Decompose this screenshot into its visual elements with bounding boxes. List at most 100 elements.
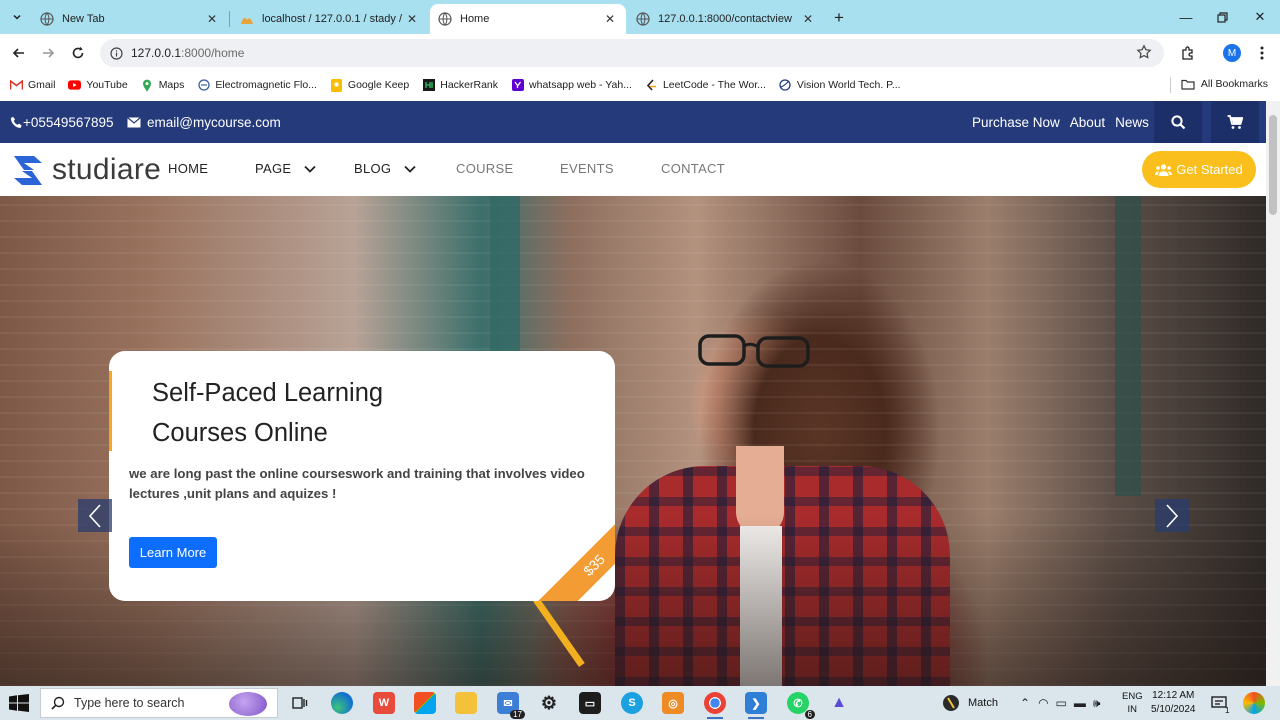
microsoft-store-icon[interactable] (414, 692, 436, 714)
maximize-button[interactable] (1208, 6, 1236, 28)
page-scrollbar[interactable] (1266, 101, 1280, 686)
hero-carousel: Self-Paced Learning Courses Online we ar… (0, 196, 1266, 686)
copilot-icon[interactable] (1243, 692, 1265, 714)
bookmark-vision-world[interactable]: Vision World Tech. P... (779, 79, 901, 92)
get-started-button[interactable]: Get Started (1142, 151, 1256, 188)
bookmark-label: LeetCode - The Wor... (662, 79, 766, 91)
all-bookmarks-button[interactable]: All Bookmarks (1181, 78, 1268, 90)
tab-phpmyadmin[interactable]: localhost / 127.0.0.1 / stady / co ✕ (232, 4, 428, 34)
hero-background-window (1115, 196, 1141, 496)
chrome-icon[interactable] (704, 692, 726, 719)
nav-contact[interactable]: CONTACT (661, 161, 725, 176)
skype-icon[interactable]: S (621, 692, 643, 714)
phone-contact[interactable]: +05549567895 (10, 101, 113, 143)
nav-page[interactable]: PAGE (255, 161, 317, 176)
browser-menu-button[interactable] (1251, 42, 1273, 64)
carousel-next-button[interactable] (1155, 499, 1189, 532)
card-accent-bar (109, 371, 112, 451)
about-link[interactable]: About (1070, 115, 1105, 130)
scrollbar-thumb[interactable] (1269, 115, 1277, 215)
close-icon[interactable]: ✕ (404, 12, 420, 26)
url-text: 127.0.0.1:8000/home (131, 46, 244, 60)
bookmark-label: HackerRank (440, 79, 499, 91)
news-link[interactable]: News (1115, 115, 1149, 130)
bookmark-label: whatsapp web - Yah... (529, 79, 632, 91)
carousel-prev-button[interactable] (78, 499, 112, 532)
close-icon[interactable]: ✕ (204, 12, 220, 26)
reload-button[interactable] (67, 42, 89, 64)
nav-events[interactable]: EVENTS (560, 161, 614, 176)
cricket-icon (943, 695, 959, 711)
minimize-button[interactable]: — (1172, 6, 1200, 28)
windows-start-icon[interactable] (8, 694, 30, 712)
close-icon[interactable]: ✕ (602, 12, 618, 26)
edge-icon[interactable] (331, 692, 353, 714)
sublime-text-icon[interactable]: ◎ (662, 692, 684, 714)
clock[interactable]: 12:12 AM 5/10/2024 (1151, 686, 1196, 720)
display-icon[interactable]: ▭ (1056, 696, 1067, 710)
hero-title-line-2: Courses Online (152, 419, 328, 447)
bookmark-star-icon[interactable] (1136, 44, 1152, 60)
learn-more-button[interactable]: Learn More (129, 537, 217, 568)
forward-button[interactable] (37, 42, 59, 64)
bookmark-electromagnetic[interactable]: Electromagnetic Flo... (197, 79, 317, 92)
wps-office-icon[interactable]: W (373, 692, 395, 714)
address-bar[interactable]: 127.0.0.1:8000/home (100, 39, 1164, 67)
taskbar-search-box[interactable]: Type here to search (40, 688, 278, 718)
purchase-now-link[interactable]: Purchase Now (972, 115, 1060, 130)
arrow-left-icon (12, 48, 24, 58)
vscode-icon[interactable]: ❯ (745, 692, 767, 719)
nav-blog[interactable]: BLOG (354, 161, 416, 176)
window-close-button[interactable]: ✕ (1246, 6, 1274, 28)
nav-contact-label: CONTACT (661, 161, 725, 176)
hero-title-line-1: Self-Paced Learning (152, 379, 384, 407)
chevron-down-icon (404, 165, 416, 173)
bookmark-gmail[interactable]: Gmail (10, 79, 55, 92)
tab-home[interactable]: Home ✕ (430, 4, 626, 34)
search-placeholder: Type here to search (74, 696, 185, 710)
bookmark-leetcode[interactable]: LeetCode - The Wor... (645, 78, 766, 92)
network-icon[interactable]: ◠ (1038, 696, 1048, 710)
hero-caption-card: Self-Paced Learning Courses Online we ar… (109, 351, 615, 601)
search-button[interactable] (1154, 101, 1202, 143)
bookmark-maps[interactable]: Maps (141, 79, 184, 92)
hero-photo-glasses (698, 334, 810, 368)
task-view-icon[interactable] (289, 692, 311, 714)
nav-course[interactable]: COURSE (456, 161, 513, 176)
bookmark-whatsapp-yahoo[interactable]: whatsapp web - Yah... (511, 79, 632, 92)
extensions-button[interactable] (1177, 42, 1199, 64)
tray-icons[interactable]: ⌃ ◠ ▭ ▬ 🕪 (1020, 686, 1100, 720)
tab-new-tab[interactable]: New Tab ✕ (32, 4, 228, 34)
email-contact[interactable]: email@mycourse.com (127, 101, 281, 143)
chevron-up-icon[interactable]: ⌃ (1020, 696, 1030, 710)
email-address: email@mycourse.com (147, 114, 281, 130)
battery-icon[interactable]: ▬ (1074, 696, 1086, 710)
file-explorer-icon[interactable] (455, 692, 477, 714)
chevron-down-icon (13, 14, 21, 20)
bookmark-label: Gmail (28, 79, 56, 91)
app-mountain-icon[interactable]: ▲ (828, 692, 850, 714)
cart-button[interactable] (1211, 101, 1259, 143)
bookmark-youtube[interactable]: YouTube (68, 79, 128, 92)
close-icon[interactable]: ✕ (800, 12, 816, 26)
tab-search-button[interactable] (6, 6, 28, 28)
language-indicator[interactable]: ENG IN (1122, 686, 1143, 720)
new-tab-button[interactable]: + (829, 8, 849, 28)
bookmark-hackerrank[interactable]: HackerRank (422, 79, 498, 92)
back-button[interactable] (8, 42, 30, 64)
bookmark-google-keep[interactable]: Google Keep (330, 78, 409, 92)
settings-gear-icon[interactable]: ⚙ (538, 692, 560, 714)
tab-contactview[interactable]: 127.0.0.1:8000/contactview ✕ (628, 4, 824, 34)
shopping-cart-icon (1227, 114, 1243, 129)
search-icon (1170, 114, 1185, 129)
volume-icon[interactable]: 🕪 (1093, 696, 1101, 711)
whatsapp-icon[interactable]: ✆ 6 (787, 692, 815, 719)
terminal-icon[interactable]: ▭ (579, 692, 601, 714)
mail-icon[interactable]: ✉ 17 (497, 692, 525, 719)
profile-button[interactable]: M (1221, 42, 1243, 64)
weather-widget[interactable]: Match (942, 686, 998, 720)
globe-icon (438, 12, 452, 26)
notification-center[interactable]: 1 (1211, 686, 1229, 720)
site-logo[interactable]: studiare (10, 153, 161, 187)
nav-home[interactable]: HOME (168, 161, 208, 176)
